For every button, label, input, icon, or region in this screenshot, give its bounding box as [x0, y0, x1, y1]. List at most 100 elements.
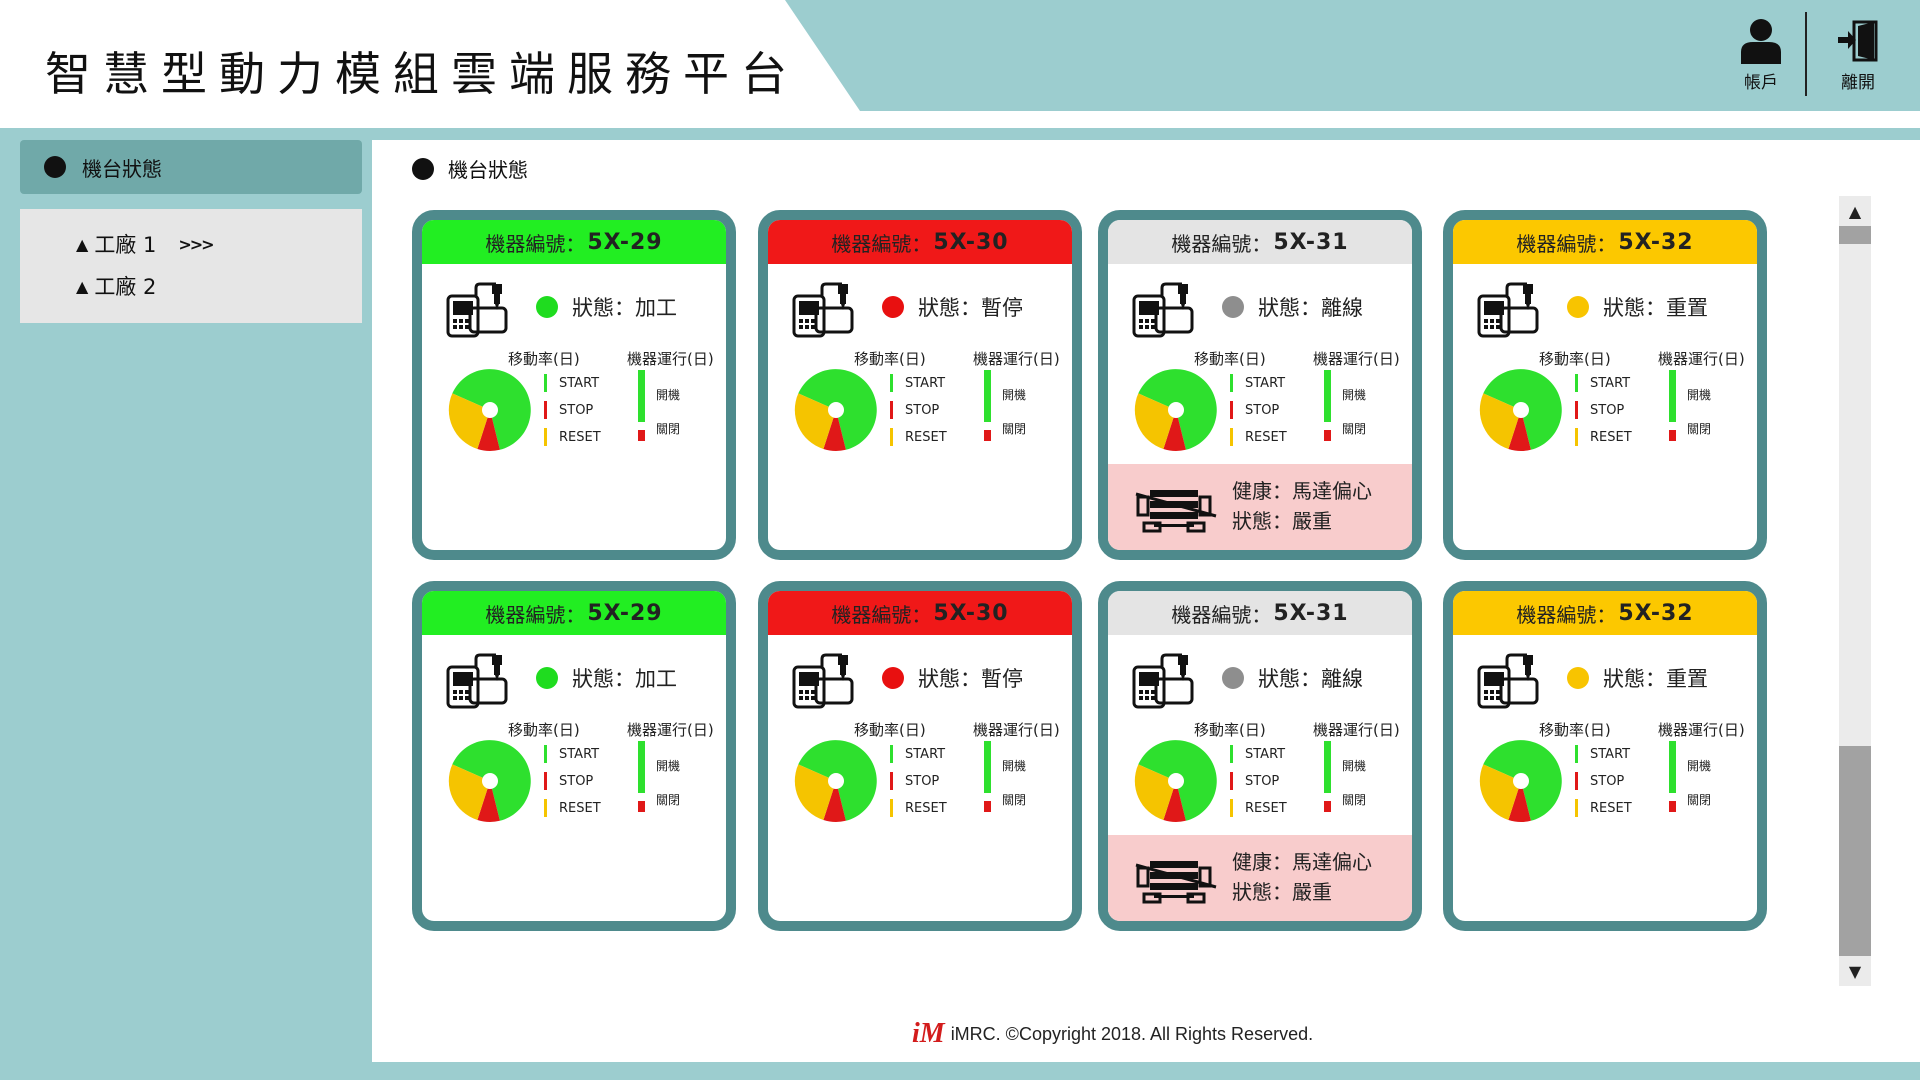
legend-stop-color	[1575, 772, 1578, 790]
logout-label: 離開	[1841, 73, 1875, 93]
header: 智慧型動力模組雲端服務平台 帳戶 離開	[0, 0, 1920, 128]
legend-start-label: START	[1245, 375, 1286, 391]
machine-card[interactable]: 機器編號： 5X-29 狀態： 加工 移動率(日) 機器運行(日) START …	[412, 581, 736, 931]
legend-reset-color	[544, 428, 547, 446]
legend-start: START	[1575, 745, 1630, 763]
scroll-thumb[interactable]	[1839, 746, 1871, 956]
status-label: 狀態：	[918, 296, 981, 320]
legend-reset: RESET	[890, 428, 947, 446]
machine-card[interactable]: 機器編號： 5X-31 狀態： 離線 移動率(日) 機器運行(日) START …	[1098, 581, 1422, 931]
runtime-on-label: 開機	[1002, 759, 1027, 773]
machine-card-header: 機器編號： 5X-31	[1108, 220, 1412, 264]
utilization-pie-chart	[794, 369, 877, 452]
health-text: 健康：馬達偏心 狀態：嚴重	[1232, 847, 1372, 907]
runtime-on-label: 開機	[1342, 388, 1367, 402]
health-status-prefix: 狀態：	[1232, 880, 1292, 904]
runtime-off-bar	[1669, 430, 1676, 441]
app-title: 智慧型動力模組雲端服務平台	[45, 47, 799, 101]
machine-id: 5X-32	[1618, 229, 1694, 255]
legend-stop: STOP	[544, 401, 593, 419]
utilization-label: 移動率(日)	[854, 350, 926, 368]
utilization-pie-chart	[1479, 740, 1562, 823]
utilization-label: 移動率(日)	[854, 721, 926, 739]
legend-reset-label: RESET	[559, 800, 601, 816]
factory-item-2[interactable]: ▲ 工廠 2	[76, 271, 156, 301]
scroll-up-icon[interactable]: ▲	[1839, 196, 1871, 226]
status-value: 離線	[1321, 296, 1363, 320]
runtime-on-bar	[984, 370, 991, 422]
legend-stop: STOP	[890, 401, 939, 419]
legend-reset-label: RESET	[1590, 429, 1632, 445]
utilization-pie-chart	[1479, 369, 1562, 452]
machine-id-label: 機器編號：	[485, 231, 586, 256]
legend-reset: RESET	[544, 428, 601, 446]
bullet-icon	[412, 157, 434, 180]
factory-label: 工廠 1	[94, 233, 157, 257]
factory-item-1[interactable]: ▲ 工廠 1 >>>	[76, 229, 215, 259]
runtime-on-bar	[638, 741, 645, 793]
legend-start-label: START	[905, 375, 946, 391]
runtime-on-bar	[1324, 741, 1331, 793]
legend-reset: RESET	[544, 799, 601, 817]
legend-stop-color	[1575, 401, 1578, 419]
logout-button[interactable]: 離開	[1823, 18, 1893, 96]
legend-reset: RESET	[890, 799, 947, 817]
machine-card[interactable]: 機器編號： 5X-30 狀態： 暫停 移動率(日) 機器運行(日) START …	[758, 581, 1082, 931]
cnc-machine-icon	[1477, 653, 1539, 709]
legend-reset-label: RESET	[905, 429, 947, 445]
utilization-pie-chart	[1134, 740, 1217, 823]
machine-card[interactable]: 機器編號： 5X-30 狀態： 暫停 移動率(日) 機器運行(日) START …	[758, 210, 1082, 560]
machine-card[interactable]: 機器編號： 5X-29 狀態： 加工 移動率(日) 機器運行(日) START …	[412, 210, 736, 560]
machine-card-header: 機器編號： 5X-32	[1453, 591, 1757, 635]
runtime-off-bar	[638, 430, 645, 441]
scroll-track-segment	[1839, 226, 1871, 244]
legend-reset-color	[1575, 799, 1578, 817]
legend-reset: RESET	[1230, 428, 1287, 446]
legend-stop: STOP	[1230, 772, 1279, 790]
machine-id: 5X-31	[1273, 229, 1349, 255]
machine-card[interactable]: 機器編號： 5X-32 狀態： 重置 移動率(日) 機器運行(日) START …	[1443, 210, 1767, 560]
legend-start: START	[544, 374, 599, 392]
runtime-off-label: 關閉	[656, 422, 681, 436]
account-button[interactable]: 帳戶	[1726, 18, 1796, 96]
status-label: 狀態：	[1258, 667, 1321, 691]
runtime-label: 機器運行(日)	[1658, 350, 1745, 368]
machine-card[interactable]: 機器編號： 5X-31 狀態： 離線 移動率(日) 機器運行(日) START …	[1098, 210, 1422, 560]
machine-id-label: 機器編號：	[1171, 231, 1272, 256]
runtime-on-label: 開機	[1342, 759, 1367, 773]
status-label: 狀態：	[572, 667, 635, 691]
runtime-off-label: 關閉	[1687, 793, 1712, 807]
status-row: 狀態： 離線	[1222, 292, 1363, 322]
vertical-scrollbar[interactable]: ▲ ▼	[1839, 196, 1871, 986]
legend-reset-color	[1575, 428, 1578, 446]
runtime-label: 機器運行(日)	[1658, 721, 1745, 739]
legend-start-color	[1575, 374, 1578, 392]
runtime-off-bar	[1669, 801, 1676, 812]
legend-start: START	[1230, 745, 1285, 763]
main-title-text: 機台狀態	[448, 158, 528, 182]
machine-card[interactable]: 機器編號： 5X-32 狀態： 重置 移動率(日) 機器運行(日) START …	[1443, 581, 1767, 931]
machine-card-header: 機器編號： 5X-30	[768, 591, 1072, 635]
main-title: 機台狀態	[412, 154, 528, 183]
machine-id-label: 機器編號：	[1516, 231, 1617, 256]
scroll-down-icon[interactable]: ▼	[1839, 956, 1871, 986]
machine-card-header: 機器編號： 5X-32	[1453, 220, 1757, 264]
legend-stop-label: STOP	[559, 773, 594, 789]
legend-stop-color	[1230, 401, 1233, 419]
runtime-off-bar	[984, 430, 991, 441]
machine-card-header: 機器編號： 5X-30	[768, 220, 1072, 264]
runtime-off-bar	[638, 801, 645, 812]
runtime-off-bar	[984, 801, 991, 812]
legend-stop-label: STOP	[1590, 402, 1625, 418]
health-text: 健康：馬達偏心 狀態：嚴重	[1232, 476, 1372, 536]
legend-start: START	[1230, 374, 1285, 392]
sidebar-header[interactable]: 機台狀態	[20, 140, 362, 194]
status-indicator-dot	[536, 296, 558, 318]
status-value: 重置	[1666, 667, 1708, 691]
status-indicator-dot	[1222, 296, 1244, 318]
legend-start-color	[1230, 745, 1233, 763]
legend-stop-color	[544, 401, 547, 419]
legend-start: START	[890, 374, 945, 392]
legend-reset-label: RESET	[1245, 800, 1287, 816]
legend-start: START	[1575, 374, 1630, 392]
